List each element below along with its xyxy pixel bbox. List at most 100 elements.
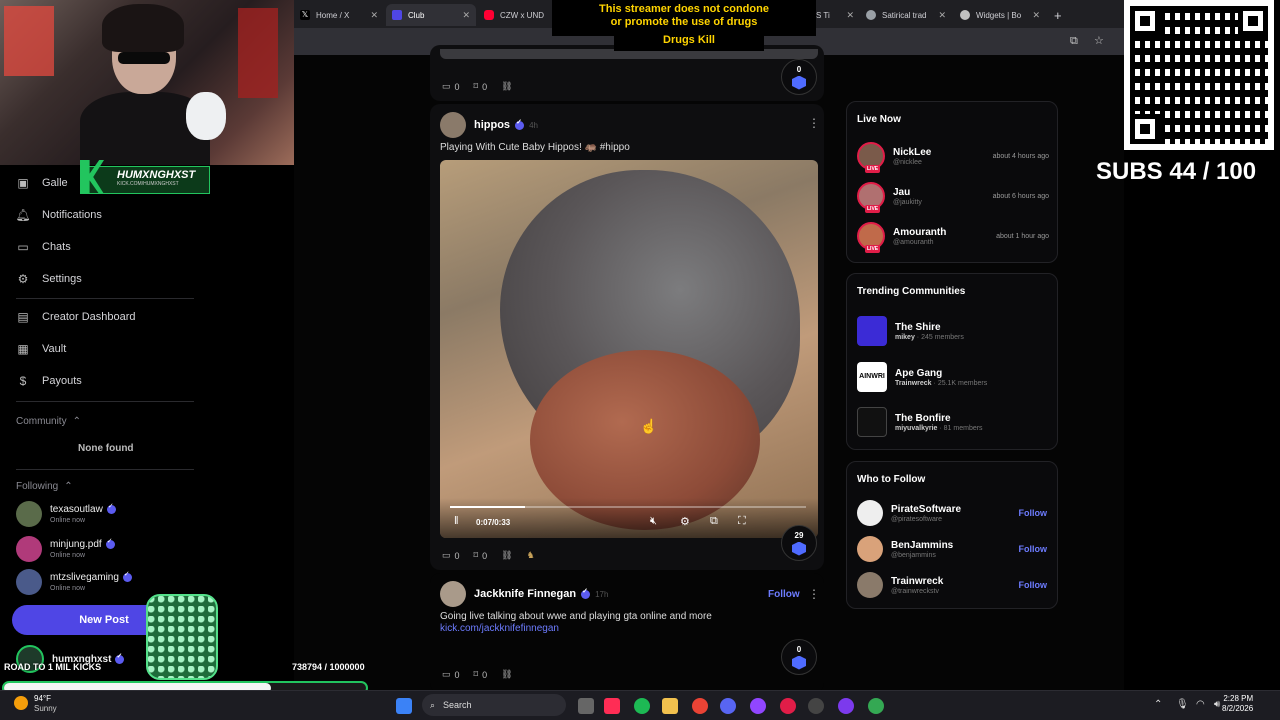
record-app-icon[interactable] [780, 698, 796, 714]
tab-club[interactable]: Club ✕ [386, 4, 476, 26]
music-app-icon[interactable] [604, 698, 620, 714]
tab-widgets[interactable]: Widgets | Bo ✕ [954, 4, 1046, 26]
tab-youtube[interactable]: CZW x UND [478, 4, 552, 26]
obs-icon[interactable] [808, 698, 824, 714]
taskbar-search[interactable]: ⌕ Search [422, 694, 566, 716]
sidebar-item-chats[interactable]: ▭ Chats [16, 240, 70, 254]
panel-title: Trending Communities [857, 286, 966, 297]
taskbar: ⌃ 🎙︎ ◠ 🔊︎ [0, 690, 1280, 720]
video-player[interactable]: ‖ 0:07/0:33 🔇︎ ⚙ ⧉ ⛶ [440, 160, 818, 538]
tip-icon[interactable]: ♞ [527, 550, 535, 561]
vote-button[interactable]: 29 [781, 525, 817, 561]
picture-in-picture-icon[interactable]: ⧉ [710, 515, 718, 528]
microphone-icon[interactable]: 🎙︎ [1176, 699, 1189, 710]
avatar[interactable] [440, 112, 466, 138]
app-icon[interactable] [838, 698, 854, 714]
live-badge: LIVE [865, 165, 881, 173]
bookmark-star-icon[interactable]: ☆ [1094, 34, 1104, 47]
file-explorer-icon[interactable] [662, 698, 678, 714]
close-icon[interactable]: ✕ [462, 10, 470, 21]
install-icon[interactable]: ⧉ [1070, 35, 1078, 48]
tab-home-x[interactable]: 𝕏 Home / X ✕ [294, 4, 384, 26]
discord-icon[interactable] [720, 698, 736, 714]
avatar[interactable] [857, 572, 883, 598]
close-icon[interactable]: ✕ [1032, 10, 1040, 21]
sidebar-item-notifications[interactable]: 🔔︎ Notifications [15, 208, 102, 222]
tab-satirical[interactable]: Satirical trad ✕ [860, 4, 952, 26]
close-icon[interactable]: ✕ [846, 10, 854, 21]
comment-button[interactable]: ▭ 0 [442, 81, 460, 92]
more-options-icon[interactable]: ⋮ [808, 587, 820, 601]
spotify-icon[interactable] [634, 698, 650, 714]
close-icon[interactable]: ✕ [938, 10, 946, 21]
chrome-active-icon[interactable] [868, 698, 884, 714]
avatar[interactable] [857, 500, 883, 526]
community-item[interactable]: The Shire mikey · 245 members [857, 316, 1049, 346]
clock[interactable]: 2:28 PM 8/2/2026 [1222, 694, 1253, 714]
webcam-overlay [0, 0, 294, 165]
mute-icon[interactable]: 🔇︎ [650, 515, 657, 528]
sidebar-item-settings[interactable]: ⚙ Settings [16, 272, 82, 286]
community-item[interactable]: AINWRI Ape Gang Trainwreck · 25.1K member… [857, 362, 1049, 392]
avatar[interactable] [857, 536, 883, 562]
new-tab-button[interactable]: + [1048, 4, 1068, 26]
bell-icon: 🔔︎ [15, 208, 31, 222]
goal-label: ROAD TO 1 MIL KICKS [4, 662, 102, 672]
sidebar-item-gallery[interactable]: ▣ Galle [16, 176, 67, 190]
sidebar-item-vault[interactable]: ▦ Vault [16, 342, 66, 356]
post-author[interactable]: hippos 4h [474, 118, 538, 132]
chevron-up-icon[interactable]: ⌃ [1154, 699, 1162, 710]
following-item[interactable]: texasoutlawOnline now [16, 501, 116, 527]
qr-finder [1130, 6, 1160, 36]
youtube-icon [484, 10, 494, 20]
share-link-icon[interactable]: ⛓ [501, 669, 512, 680]
post-actions: ▭ 0 ⌑ 0 ⛓ ♞ [442, 550, 535, 561]
follow-button[interactable]: Follow [1019, 508, 1048, 518]
vote-button[interactable]: 0 [781, 639, 817, 675]
community-item[interactable]: The Bonfire miyuvalkyrie · 81 members [857, 407, 1049, 437]
comment-button[interactable]: ▭ 0 [442, 550, 460, 561]
weather-widget[interactable]: 94°F Sunny [14, 694, 57, 714]
pause-icon[interactable]: ‖ [454, 515, 459, 527]
close-icon[interactable]: ✕ [370, 10, 378, 21]
post-link[interactable]: kick.com/jackknifefinnegan [440, 623, 559, 634]
following-item[interactable]: minjung.pdfOnline now [16, 536, 115, 562]
live-item[interactable]: LIVE Amouranth @amouranth about 1 hour ag… [857, 222, 1049, 253]
community-section-toggle[interactable]: Community ⌃ [16, 416, 81, 427]
live-item[interactable]: LIVE Jau @jaukitty about 6 hours ago [857, 182, 1049, 213]
wifi-icon[interactable]: ◠ [1196, 699, 1205, 710]
settings-gear-icon[interactable]: ⚙ [680, 515, 690, 528]
share-link-icon[interactable]: ⛓ [501, 81, 512, 92]
app-icon[interactable] [750, 698, 766, 714]
share-link-icon[interactable]: ⛓ [501, 550, 512, 561]
video-scrubber[interactable] [450, 506, 806, 508]
avatar[interactable] [440, 581, 466, 607]
chrome-icon[interactable] [692, 698, 708, 714]
follow-button[interactable]: Follow [1019, 580, 1048, 590]
post-author[interactable]: Jackknife Finnegan 17h [474, 587, 608, 601]
comment-button[interactable]: ▭ 0 [442, 669, 460, 680]
plush-toy [186, 92, 226, 140]
bookmark-button[interactable]: ⌑ 0 [474, 669, 488, 680]
sidebar-item-payouts[interactable]: $ Payouts [16, 374, 82, 388]
bookmark-button[interactable]: ⌑ 0 [474, 550, 488, 561]
fullscreen-icon[interactable]: ⛶ [738, 515, 746, 528]
panel-title: Who to Follow [857, 474, 926, 485]
gallery-icon: ▣ [17, 176, 29, 190]
volume-icon[interactable]: 🔊︎ [1214, 699, 1220, 710]
sidebar-item-creator-dashboard[interactable]: ▤ Creator Dashboard [16, 310, 135, 324]
community-logo: AINWRI [857, 362, 887, 392]
tab-unknown[interactable]: S Ti ✕ [810, 4, 860, 26]
bookmark-button[interactable]: ⌑ 0 [474, 81, 488, 92]
following-section-toggle[interactable]: Following ⌃ [16, 481, 73, 492]
follow-button[interactable]: Follow [768, 589, 800, 600]
follow-button[interactable]: Follow [1019, 544, 1048, 554]
live-item[interactable]: LIVE NickLee @nicklee about 4 hours ago [857, 142, 1049, 173]
vote-button[interactable]: 0 [781, 59, 817, 95]
more-options-icon[interactable]: ⋮ [808, 116, 820, 130]
task-view-icon[interactable] [578, 698, 594, 714]
windows-start-icon[interactable] [396, 698, 412, 714]
follow-suggestion: Trainwreck @trainwreckstv Follow [857, 572, 1049, 598]
feed: ▭0 ⌑0 ⛓ 0 hippos 4h ⋮ Playing With Cute … [294, 45, 1124, 693]
following-item[interactable]: mtzslivegamingOnline now [16, 569, 132, 595]
